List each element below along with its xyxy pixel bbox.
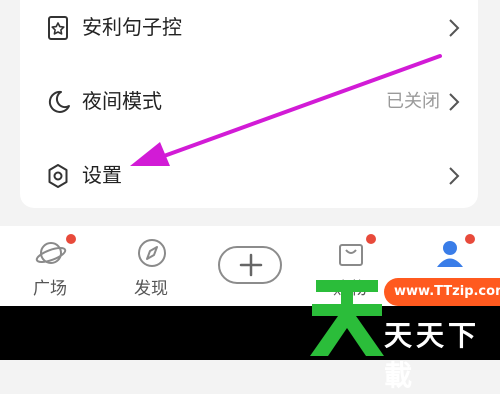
notification-badge bbox=[66, 234, 76, 244]
user-icon bbox=[437, 241, 463, 267]
compass-icon bbox=[138, 239, 166, 267]
create-post-button[interactable] bbox=[218, 246, 282, 284]
menu-item-label: 夜间模式 bbox=[82, 89, 162, 113]
menu-item-label: 安利句子控 bbox=[82, 15, 182, 39]
star-note-icon bbox=[48, 16, 68, 40]
planet-icon bbox=[35, 242, 67, 264]
gear-icon bbox=[48, 164, 68, 188]
chevron-right-icon bbox=[449, 19, 460, 37]
notification-badge bbox=[366, 234, 376, 244]
watermark-text: 天天下載 bbox=[384, 319, 481, 392]
settings-menu-card: 安利句子控 夜间模式 已关闭 设置 bbox=[20, 0, 478, 208]
watermark-url: www.TTzip.com bbox=[384, 278, 500, 306]
shopping-bag-icon bbox=[339, 244, 363, 266]
tab-label: 广场 bbox=[33, 279, 67, 299]
chevron-right-icon bbox=[449, 93, 460, 111]
chevron-right-icon bbox=[449, 167, 460, 185]
menu-item-night-mode[interactable]: 夜间模式 已关闭 bbox=[20, 74, 478, 128]
tab-label: 发现 bbox=[134, 279, 168, 299]
menu-item-anli-quotes[interactable]: 安利句子控 bbox=[20, 0, 478, 54]
tab-discover[interactable]: 发现 bbox=[106, 226, 196, 306]
tab-square[interactable]: 广场 bbox=[5, 226, 95, 306]
menu-item-settings[interactable]: 设置 bbox=[20, 148, 478, 202]
plus-icon bbox=[239, 253, 263, 277]
moon-icon bbox=[48, 90, 70, 113]
night-mode-status: 已关闭 bbox=[386, 91, 440, 112]
menu-item-label: 设置 bbox=[82, 163, 122, 187]
notification-badge bbox=[465, 234, 475, 244]
watermark-logo-icon bbox=[310, 280, 384, 356]
